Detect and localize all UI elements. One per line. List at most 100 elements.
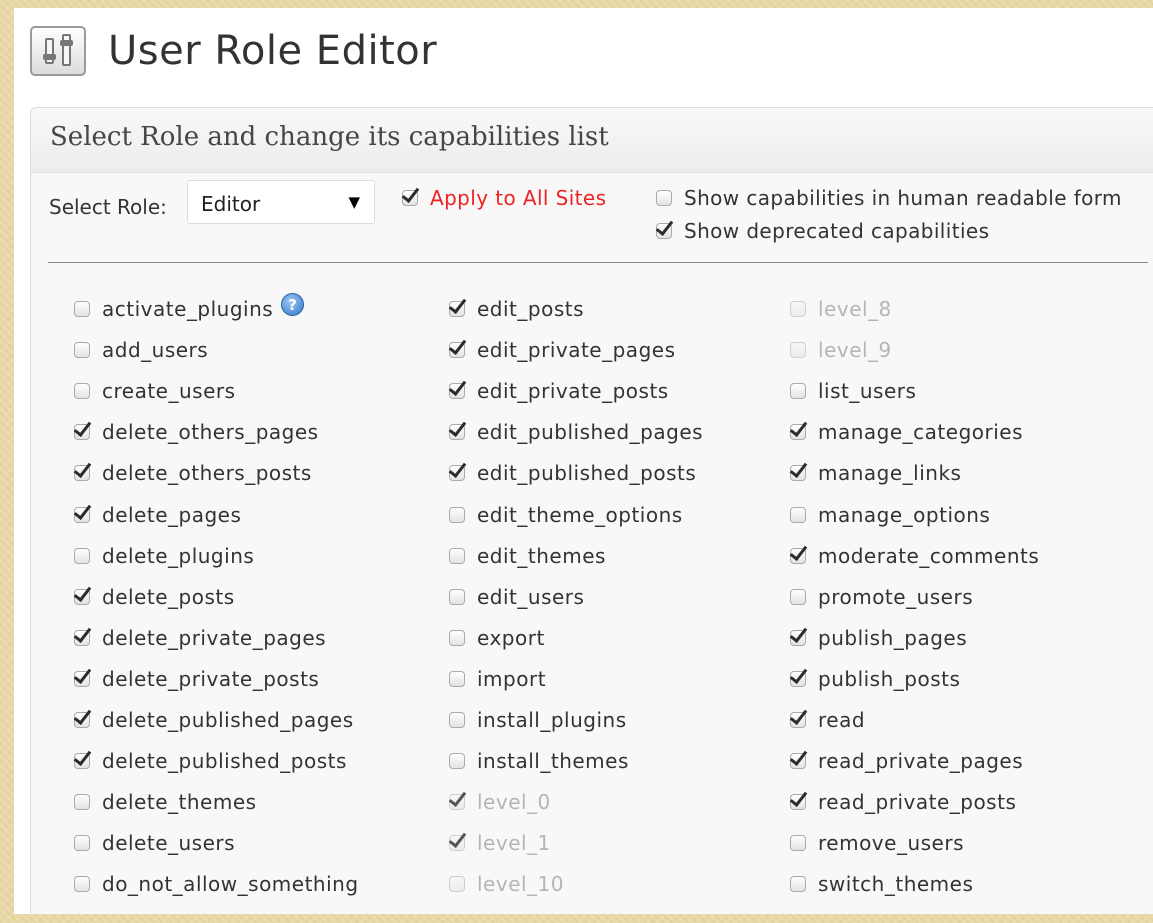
capability-read-private-posts[interactable]: read_private_posts <box>790 790 1016 814</box>
capability-moderate-comments[interactable]: moderate_comments <box>790 544 1039 568</box>
capability-checkbox[interactable] <box>790 876 806 892</box>
human-readable-label: Show capabilities in human readable form <box>684 186 1122 210</box>
capability-checkbox[interactable] <box>790 671 806 687</box>
capability-label: delete_themes <box>102 790 257 814</box>
capability-checkbox[interactable] <box>790 630 806 646</box>
capability-delete-themes[interactable]: delete_themes <box>74 790 257 814</box>
capability-label: level_8 <box>818 297 892 321</box>
capability-checkbox[interactable] <box>790 794 806 810</box>
human-readable-option[interactable]: Show capabilities in human readable form <box>656 186 1122 210</box>
capability-delete-private-posts[interactable]: delete_private_posts <box>74 667 319 691</box>
capability-label: import <box>477 667 547 691</box>
capability-label: edit_private_pages <box>477 338 676 362</box>
capability-delete-published-posts[interactable]: delete_published_posts <box>74 749 347 773</box>
capability-checkbox[interactable] <box>790 548 806 564</box>
capability-edit-private-posts[interactable]: edit_private_posts <box>449 379 669 403</box>
capability-export[interactable]: export <box>449 626 545 650</box>
capability-switch-themes[interactable]: switch_themes <box>790 872 973 896</box>
capability-delete-others-pages[interactable]: delete_others_pages <box>74 420 319 444</box>
capability-checkbox[interactable] <box>449 465 465 481</box>
role-select[interactable]: Editor ▼ <box>187 180 375 224</box>
capability-publish-pages[interactable]: publish_pages <box>790 626 967 650</box>
capability-add-users[interactable]: add_users <box>74 338 208 362</box>
capability-checkbox[interactable] <box>790 835 806 851</box>
capability-label: read_private_posts <box>818 790 1017 814</box>
capability-delete-users[interactable]: delete_users <box>74 831 235 855</box>
capability-checkbox[interactable] <box>74 383 90 399</box>
capability-checkbox[interactable] <box>74 712 90 728</box>
capability-checkbox[interactable] <box>790 465 806 481</box>
capability-delete-pages[interactable]: delete_pages <box>74 503 241 527</box>
capability-publish-posts[interactable]: publish_posts <box>790 667 960 691</box>
capability-edit-published-pages[interactable]: edit_published_pages <box>449 420 703 444</box>
role-select-value: Editor <box>201 192 261 216</box>
capability-checkbox[interactable] <box>74 630 90 646</box>
capability-label: list_users <box>818 379 917 403</box>
capability-checkbox[interactable] <box>449 383 465 399</box>
capability-checkbox[interactable] <box>449 671 465 687</box>
capability-delete-posts[interactable]: delete_posts <box>74 585 235 609</box>
capability-checkbox[interactable] <box>790 507 806 523</box>
capability-checkbox[interactable] <box>449 712 465 728</box>
capability-checkbox[interactable] <box>790 712 806 728</box>
capability-manage-options[interactable]: manage_options <box>790 503 990 527</box>
capability-checkbox[interactable] <box>449 342 465 358</box>
capability-do-not-allow-something[interactable]: do_not_allow_something <box>74 872 359 896</box>
capability-activate-plugins[interactable]: activate_plugins? <box>74 292 305 321</box>
capability-checkbox[interactable] <box>790 424 806 440</box>
capability-delete-others-posts[interactable]: delete_others_posts <box>74 461 312 485</box>
capability-checkbox <box>449 794 465 810</box>
capability-promote-users[interactable]: promote_users <box>790 585 973 609</box>
capability-checkbox[interactable] <box>790 753 806 769</box>
capability-read[interactable]: read <box>790 708 865 732</box>
capability-checkbox[interactable] <box>74 424 90 440</box>
capability-edit-private-pages[interactable]: edit_private_pages <box>449 338 675 362</box>
capability-checkbox[interactable] <box>74 876 90 892</box>
capability-checkbox[interactable] <box>74 342 90 358</box>
capability-checkbox[interactable] <box>74 794 90 810</box>
capability-checkbox[interactable] <box>74 835 90 851</box>
capability-delete-plugins[interactable]: delete_plugins <box>74 544 254 568</box>
capability-manage-categories[interactable]: manage_categories <box>790 420 1023 444</box>
capability-edit-posts[interactable]: edit_posts <box>449 297 584 321</box>
capability-checkbox[interactable] <box>449 424 465 440</box>
capability-delete-private-pages[interactable]: delete_private_pages <box>74 626 326 650</box>
capability-checkbox[interactable] <box>74 301 90 317</box>
capability-import[interactable]: import <box>449 667 546 691</box>
capability-checkbox <box>449 835 465 851</box>
select-role-label: Select Role: <box>49 195 167 219</box>
capability-install-themes[interactable]: install_themes <box>449 749 629 773</box>
capability-delete-published-pages[interactable]: delete_published_pages <box>74 708 354 732</box>
apply-all-sites-checkbox[interactable] <box>402 190 418 206</box>
capability-checkbox[interactable] <box>74 507 90 523</box>
capability-edit-theme-options[interactable]: edit_theme_options <box>449 503 683 527</box>
capability-edit-published-posts[interactable]: edit_published_posts <box>449 461 696 485</box>
capability-remove-users[interactable]: remove_users <box>790 831 964 855</box>
capability-checkbox[interactable] <box>449 301 465 317</box>
show-deprecated-option[interactable]: Show deprecated capabilities <box>656 219 989 243</box>
capability-checkbox[interactable] <box>449 507 465 523</box>
capability-checkbox[interactable] <box>790 589 806 605</box>
capability-label: manage_options <box>818 503 991 527</box>
capability-install-plugins[interactable]: install_plugins <box>449 708 627 732</box>
help-icon[interactable]: ? <box>281 292 305 316</box>
capability-manage-links[interactable]: manage_links <box>790 461 961 485</box>
capability-checkbox[interactable] <box>449 753 465 769</box>
capability-edit-themes[interactable]: edit_themes <box>449 544 606 568</box>
capability-checkbox[interactable] <box>449 589 465 605</box>
human-readable-checkbox[interactable] <box>656 190 672 206</box>
capability-create-users[interactable]: create_users <box>74 379 236 403</box>
capability-checkbox[interactable] <box>74 753 90 769</box>
capability-checkbox[interactable] <box>74 548 90 564</box>
capability-edit-users[interactable]: edit_users <box>449 585 584 609</box>
show-deprecated-checkbox[interactable] <box>656 223 672 239</box>
capability-checkbox[interactable] <box>74 671 90 687</box>
capability-read-private-pages[interactable]: read_private_pages <box>790 749 1023 773</box>
capability-checkbox[interactable] <box>74 465 90 481</box>
capability-checkbox[interactable] <box>449 630 465 646</box>
capability-checkbox[interactable] <box>449 548 465 564</box>
capability-list-users[interactable]: list_users <box>790 379 916 403</box>
apply-all-sites-option[interactable]: Apply to All Sites <box>402 186 606 210</box>
capability-checkbox[interactable] <box>74 589 90 605</box>
capability-checkbox[interactable] <box>790 383 806 399</box>
